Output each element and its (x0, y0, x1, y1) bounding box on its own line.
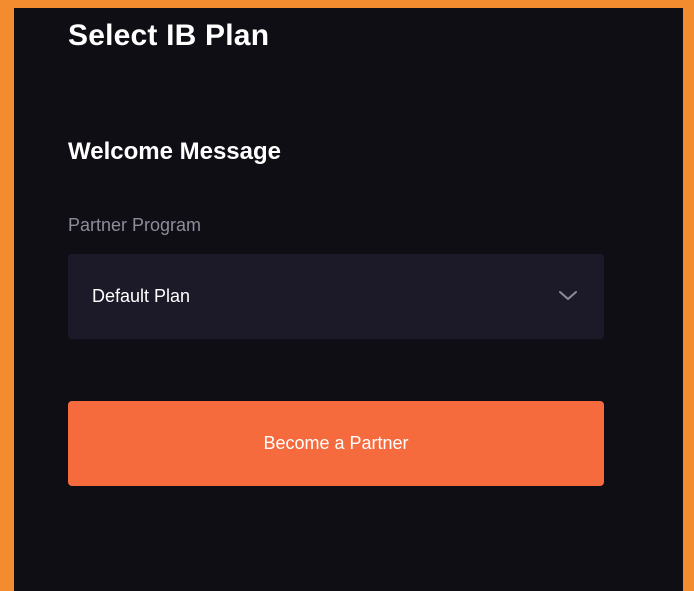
ib-plan-panel: Select IB Plan Welcome Message Partner P… (14, 8, 683, 591)
partner-program-select[interactable]: Default Plan (68, 254, 604, 339)
become-partner-button[interactable]: Become a Partner (68, 401, 604, 486)
partner-program-label: Partner Program (68, 215, 202, 235)
welcome-message-heading: Welcome Message (68, 138, 281, 165)
page-title: Select IB Plan (68, 19, 270, 52)
chevron-down-icon (559, 291, 577, 300)
partner-program-selected-value: Default Plan (92, 286, 191, 306)
